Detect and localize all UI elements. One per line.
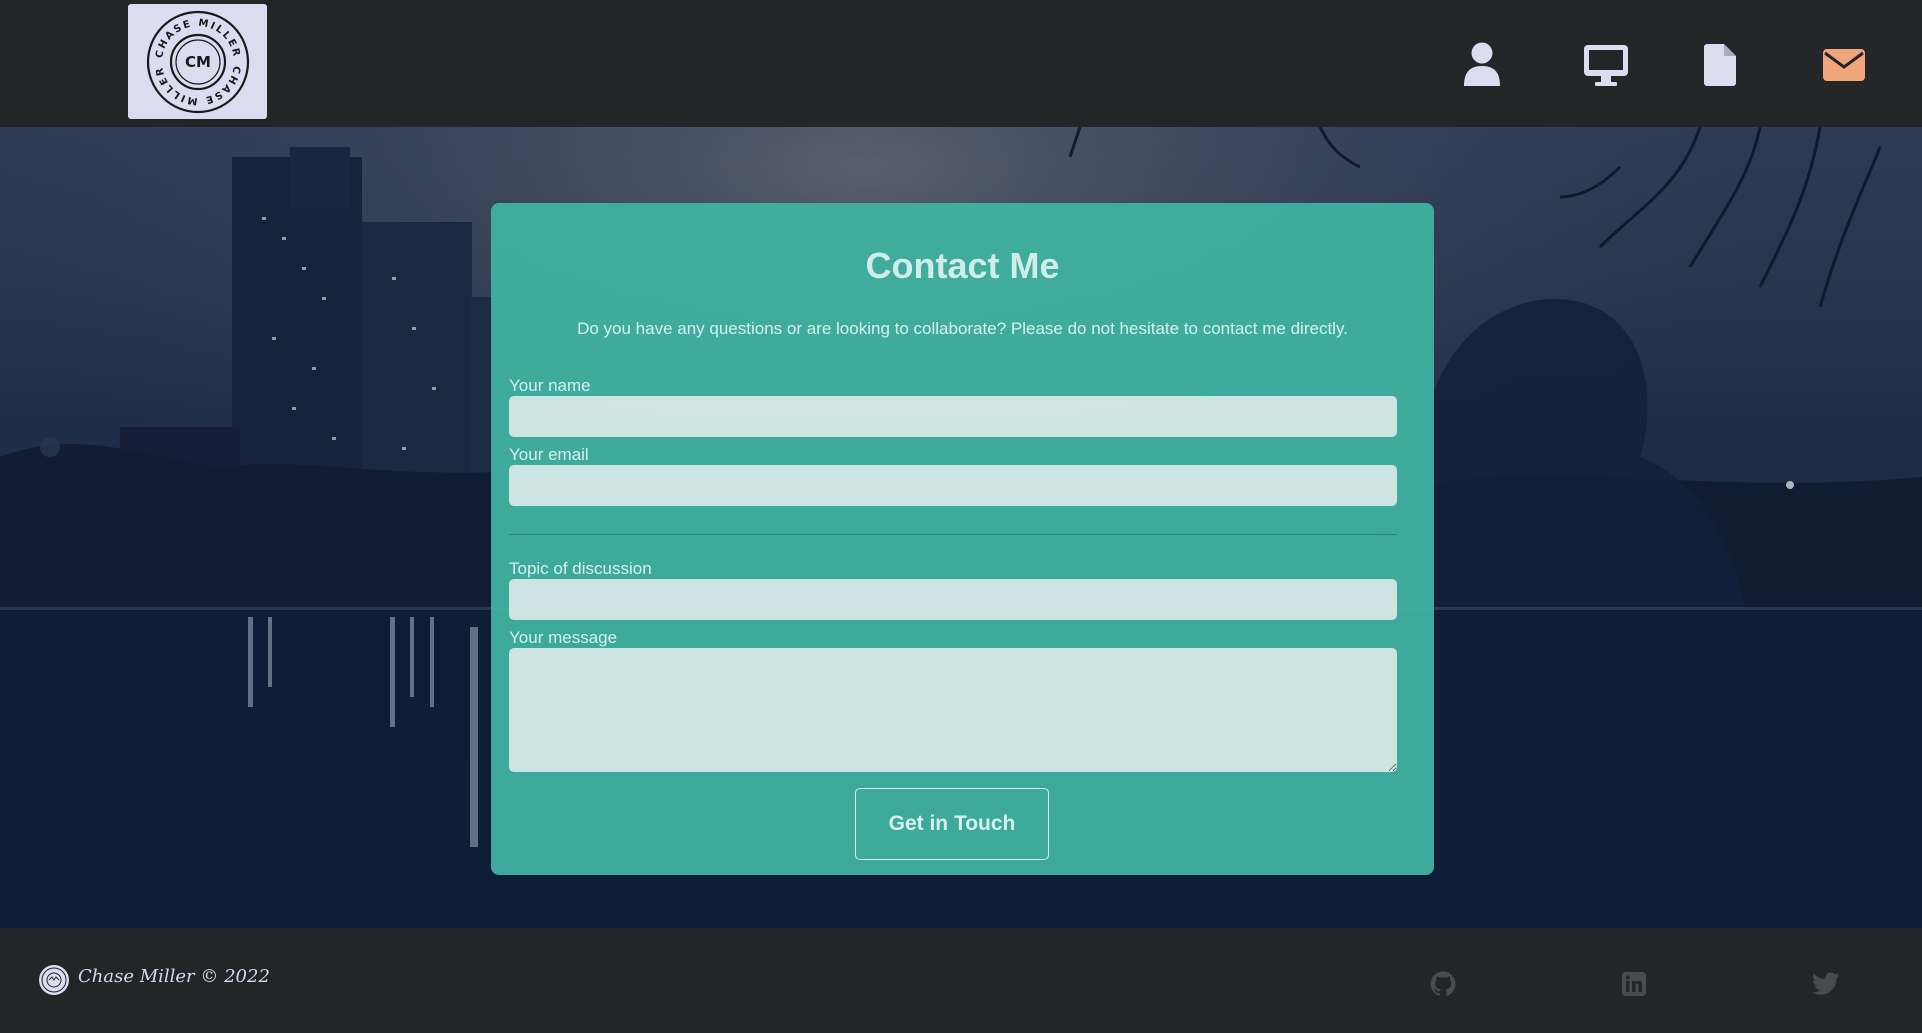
get-in-touch-button[interactable]: Get in Touch: [855, 788, 1049, 860]
footer-copyright: Chase Miller © 2022: [78, 966, 270, 987]
nav-portfolio[interactable]: [1581, 40, 1631, 90]
topic-label: Topic of discussion: [509, 559, 652, 578]
message-label: Your message: [509, 628, 618, 647]
github-link[interactable]: [1429, 970, 1457, 998]
site-footer: Chase Miller © 2022: [0, 928, 1922, 1033]
user-icon: [1464, 42, 1500, 86]
twitter-link[interactable]: [1812, 970, 1840, 998]
contact-form: Contact Me Do you have any questions or …: [491, 203, 1434, 875]
form-divider: [509, 534, 1397, 535]
email-input[interactable]: [509, 465, 1397, 506]
twitter-icon: [1812, 972, 1840, 995]
site-header: CHASE MILLER CHASE MILLER CM: [0, 0, 1922, 127]
svg-text:CM: CM: [185, 53, 211, 71]
site-logo[interactable]: CHASE MILLER CHASE MILLER CM: [128, 4, 267, 119]
message-textarea[interactable]: [509, 648, 1397, 772]
contact-title: Contact Me: [865, 245, 1060, 286]
file-icon: [1704, 44, 1736, 86]
linkedin-link[interactable]: [1620, 970, 1648, 998]
logo-seal-icon: CHASE MILLER CHASE MILLER CM: [146, 10, 249, 113]
hero-background: Contact Me Do you have any questions or …: [0, 127, 1922, 928]
footer-logo-icon: [39, 965, 69, 995]
topic-input[interactable]: [509, 579, 1397, 620]
nav-resume[interactable]: [1695, 40, 1745, 90]
nav-contact[interactable]: [1819, 40, 1869, 90]
name-input[interactable]: [509, 396, 1397, 437]
desktop-icon: [1584, 45, 1628, 86]
contact-subtitle: Do you have any questions or are looking…: [577, 319, 1348, 338]
email-label: Your email: [509, 445, 589, 464]
nav-about[interactable]: [1457, 40, 1507, 90]
name-label: Your name: [509, 376, 591, 395]
linkedin-icon: [1622, 972, 1646, 996]
envelope-icon: [1823, 49, 1865, 81]
github-icon: [1430, 971, 1456, 996]
